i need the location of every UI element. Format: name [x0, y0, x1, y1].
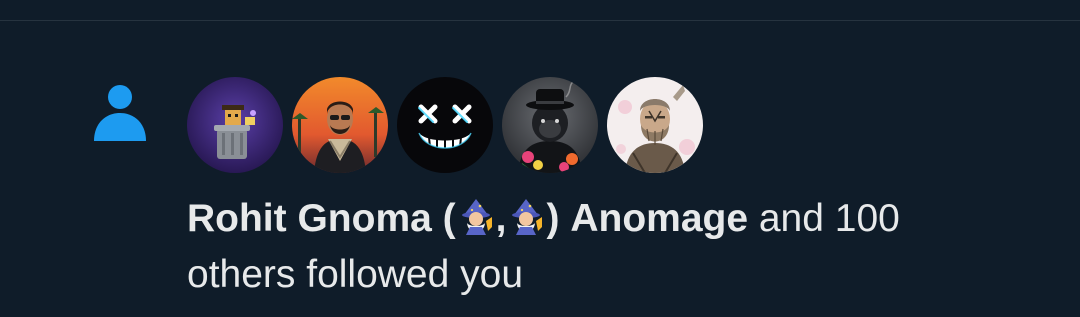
avatar-gorilla-in-hat[interactable] — [502, 77, 598, 173]
actor-name-rohit-text: Rohit Gnoma ( — [187, 197, 456, 240]
notification-message[interactable]: Rohit Gnoma ( ,) Anomage and 100 others… — [187, 191, 1057, 303]
avatar-man-in-scarf[interactable] — [292, 77, 388, 173]
actor-name-anomage[interactable]: Anomage — [570, 197, 748, 240]
avatar-trash-can-character[interactable] — [187, 77, 283, 173]
avatar-row — [187, 77, 703, 173]
avatar-bearded-warrior[interactable] — [607, 77, 703, 173]
actor-separator: , — [495, 197, 507, 240]
mage-emoji-icon — [506, 197, 546, 237]
avatar-neon-smiley[interactable] — [397, 77, 493, 173]
mage-emoji-icon — [456, 197, 496, 237]
message-joiner-text: and 100 — [748, 197, 900, 240]
actor-name-rohit[interactable]: Rohit Gnoma ( ,) — [187, 197, 559, 240]
message-rest-text: others followed you — [187, 253, 524, 296]
person-icon — [92, 83, 148, 143]
follow-notification[interactable]: Rohit Gnoma ( ,) Anomage and 100 others… — [0, 21, 1080, 317]
actor-name-rohit-end: ) — [546, 197, 560, 240]
